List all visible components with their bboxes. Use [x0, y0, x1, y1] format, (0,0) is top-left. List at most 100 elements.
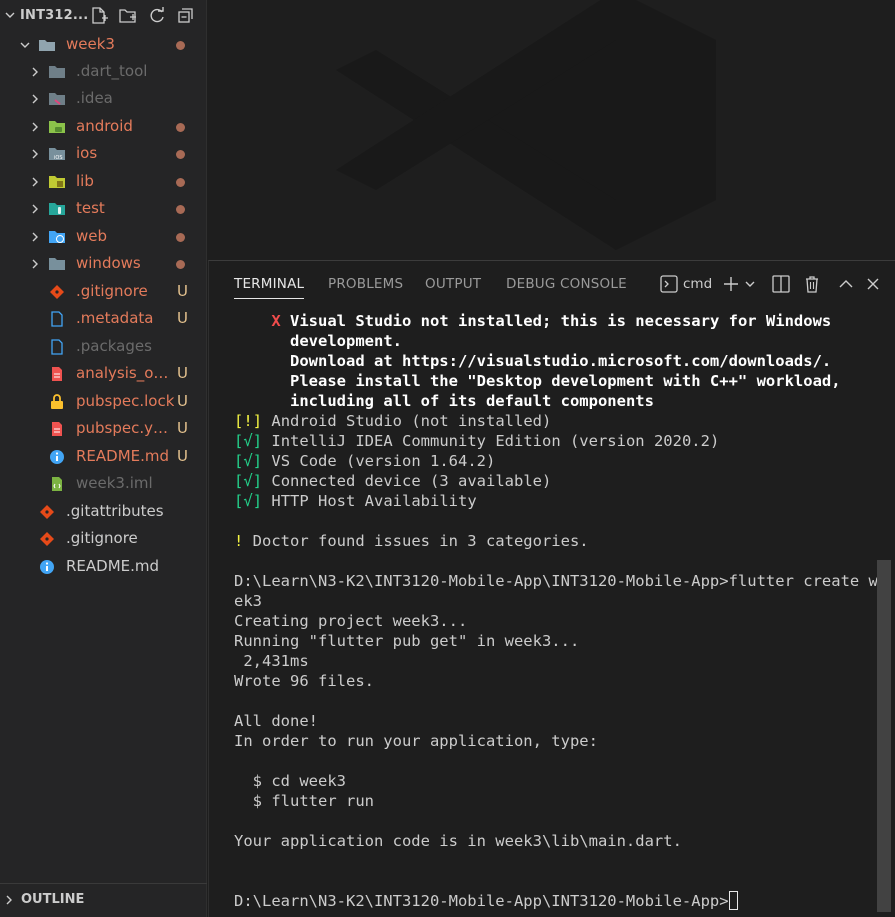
tree-file-pubspec-lock[interactable]: pubspec.lock U — [0, 389, 207, 416]
terminal-text: HTTP Host Availability — [262, 492, 477, 510]
terminal-line: [√] IntelliJ IDEA Community Edition (ver… — [234, 432, 720, 450]
check-mark: √ — [243, 472, 253, 490]
explorer-header[interactable]: INT312... — [0, 0, 207, 32]
git-icon — [50, 285, 64, 299]
tree-label: pubspec.lock — [76, 392, 175, 410]
tree-folder-dart-tool[interactable]: .dart_tool — [0, 59, 207, 86]
chevron-right-icon — [32, 204, 38, 214]
terminal-line: including all of its default components — [234, 391, 884, 411]
terminal-icon[interactable] — [659, 274, 679, 294]
tree-label: windows — [76, 254, 141, 272]
terminal-cursor[interactable] — [728, 891, 738, 910]
tab-debug-console[interactable]: DEBUG CONSOLE — [506, 276, 627, 292]
terminal-line: All done! — [234, 711, 884, 731]
tree-label: README.md — [66, 557, 160, 575]
modified-dot — [176, 150, 185, 159]
check-mark: √ — [243, 452, 253, 470]
tab-output[interactable]: OUTPUT — [425, 276, 481, 292]
explorer-sidebar: INT312... week3 .dart_tool .idea android — [0, 0, 207, 917]
terminal-text: All done! — [234, 712, 318, 730]
folder-open-icon — [39, 40, 55, 51]
tree-folder-idea[interactable]: .idea — [0, 86, 207, 113]
terminal-line: ! Doctor found issues in 3 categories. — [234, 531, 884, 551]
android-folder-icon — [49, 121, 65, 133]
terminal-panel: TERMINAL PROBLEMS OUTPUT DEBUG CONSOLE c… — [208, 260, 895, 917]
tree-file-gitignore-root[interactable]: .gitignore — [0, 526, 207, 553]
git-icon — [40, 532, 54, 546]
tree-label: lib — [76, 172, 94, 190]
terminal-text: Download at https://visualstudio.microso… — [290, 352, 832, 370]
collapse-all-icon[interactable] — [176, 6, 196, 26]
tree-file-gitattributes[interactable]: .gitattributes — [0, 499, 207, 526]
git-icon — [40, 505, 54, 519]
chevron-down-icon[interactable] — [3, 8, 17, 22]
lock-icon — [51, 394, 63, 409]
modified-dot — [176, 123, 185, 132]
new-folder-icon[interactable] — [118, 6, 138, 26]
terminal-text: Wrote 96 files. — [234, 672, 374, 690]
modified-dot — [176, 205, 185, 214]
yaml-file-icon — [52, 367, 62, 381]
tree-label: week3 — [66, 35, 115, 53]
chevron-right-icon — [32, 177, 38, 187]
tree-file-readme[interactable]: README.md U — [0, 444, 207, 471]
tree-folder-ios[interactable]: iOS ios — [0, 141, 207, 168]
chevron-down-icon[interactable] — [743, 277, 757, 291]
terminal-text: IntelliJ IDEA Community Edition (version… — [262, 432, 720, 450]
tree-label: week3.iml — [76, 474, 153, 492]
terminal-text: ek3 — [234, 592, 262, 610]
untracked-badge: U — [177, 364, 188, 382]
tab-problems[interactable]: PROBLEMS — [328, 276, 403, 292]
tree-folder-android[interactable]: android — [0, 114, 207, 141]
tree-label: pubspec.ya... — [76, 419, 172, 437]
close-icon[interactable] — [863, 274, 883, 294]
tree-file-pubspec-yaml[interactable]: pubspec.ya... U — [0, 416, 207, 443]
chevron-right-icon — [32, 232, 38, 242]
terminal-output[interactable]: X Visual Studio not installed; this is n… — [234, 311, 887, 911]
untracked-badge: U — [177, 282, 188, 300]
chevron-right-icon — [32, 149, 38, 159]
folder-icon — [49, 258, 65, 270]
tree-folder-test[interactable]: test — [0, 196, 207, 223]
refresh-icon[interactable] — [147, 6, 167, 26]
tree-folder-windows[interactable]: windows — [0, 251, 207, 278]
terminal-scrollbar[interactable] — [877, 560, 891, 912]
terminal-line: [√] HTTP Host Availability — [234, 492, 477, 510]
outline-label: OUTLINE — [21, 892, 85, 907]
tree-file-readme-root[interactable]: README.md — [0, 554, 207, 581]
new-file-icon[interactable] — [89, 6, 109, 26]
tree-file-metadata[interactable]: .metadata U — [0, 306, 207, 333]
terminal-line: X Visual Studio not installed; this is n… — [234, 311, 884, 331]
outline-section-header[interactable]: OUTLINE — [0, 883, 207, 917]
trash-icon[interactable] — [802, 274, 822, 294]
terminal-text: including all of its default components — [290, 392, 654, 410]
tree-folder-week3[interactable]: week3 — [0, 32, 207, 59]
warning-mark: ! — [234, 532, 244, 550]
tree-folder-lib[interactable]: lib — [0, 169, 207, 196]
tab-terminal[interactable]: TERMINAL — [234, 276, 305, 299]
add-terminal-icon[interactable] — [721, 274, 741, 294]
tree-folder-web[interactable]: web — [0, 224, 207, 251]
terminal-line: D:\Learn\N3-K2\INT3120-Mobile-App\INT312… — [234, 891, 884, 911]
split-terminal-icon[interactable] — [771, 274, 791, 294]
tree-label: .gitignore — [66, 529, 138, 547]
tree-file-gitignore[interactable]: .gitignore U — [0, 279, 207, 306]
editor-watermark-area — [208, 0, 895, 260]
untracked-badge: U — [177, 309, 188, 327]
warning-mark: ! — [243, 412, 253, 430]
maximize-panel-icon[interactable] — [836, 274, 856, 294]
info-icon — [40, 560, 54, 574]
modified-dot — [176, 233, 185, 242]
tree-file-week3-iml[interactable]: week3.iml — [0, 471, 207, 498]
terminal-line: $ flutter run — [234, 791, 884, 811]
terminal-text: Android Studio (not installed) — [262, 412, 552, 430]
tree-file-packages[interactable]: .packages — [0, 334, 207, 361]
idea-folder-icon — [49, 93, 65, 105]
tree-file-analysis-options[interactable]: analysis_op... U — [0, 361, 207, 388]
shell-name[interactable]: cmd — [683, 276, 712, 292]
terminal-line: Creating project week3... — [234, 611, 884, 631]
